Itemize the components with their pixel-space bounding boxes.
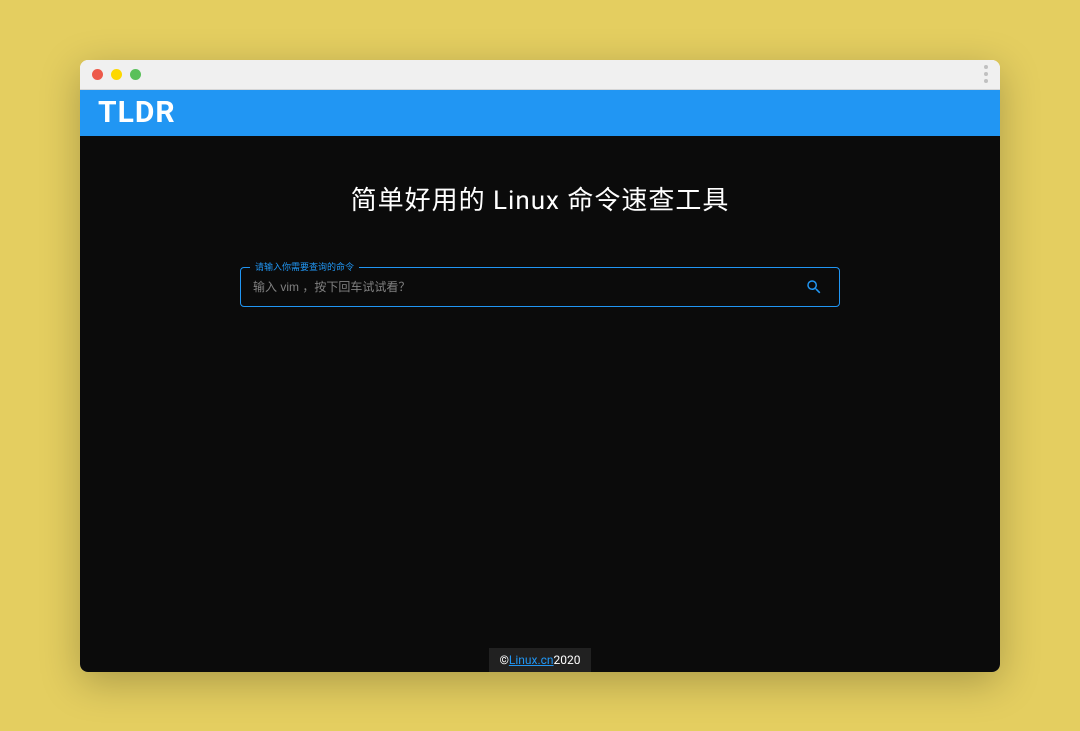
footer: © Linux.cn 2020	[489, 648, 590, 672]
footer-copyright-prefix: ©	[499, 653, 508, 667]
search-button[interactable]	[801, 274, 827, 300]
traffic-lights	[92, 69, 141, 80]
app-header: TLDR	[80, 90, 1000, 136]
close-window-icon[interactable]	[92, 69, 103, 80]
minimize-window-icon[interactable]	[111, 69, 122, 80]
browser-window: TLDR 简单好用的 Linux 命令速查工具 请输入你需要查询的命令 © Li…	[80, 60, 1000, 672]
search-box	[240, 267, 840, 307]
search-field: 请输入你需要查询的命令	[240, 267, 840, 307]
search-input[interactable]	[253, 280, 801, 294]
maximize-window-icon[interactable]	[130, 69, 141, 80]
footer-year: 2020	[554, 653, 581, 667]
tagline: 简单好用的 Linux 命令速查工具	[351, 180, 730, 217]
footer-link[interactable]: Linux.cn	[509, 653, 554, 667]
browser-titlebar	[80, 60, 1000, 90]
app-body: 简单好用的 Linux 命令速查工具 请输入你需要查询的命令 © Linux.c…	[80, 136, 1000, 672]
kebab-menu-icon[interactable]	[984, 65, 988, 83]
search-icon	[805, 278, 823, 296]
app-title: TLDR	[98, 95, 176, 130]
search-legend: 请输入你需要查询的命令	[250, 260, 359, 273]
